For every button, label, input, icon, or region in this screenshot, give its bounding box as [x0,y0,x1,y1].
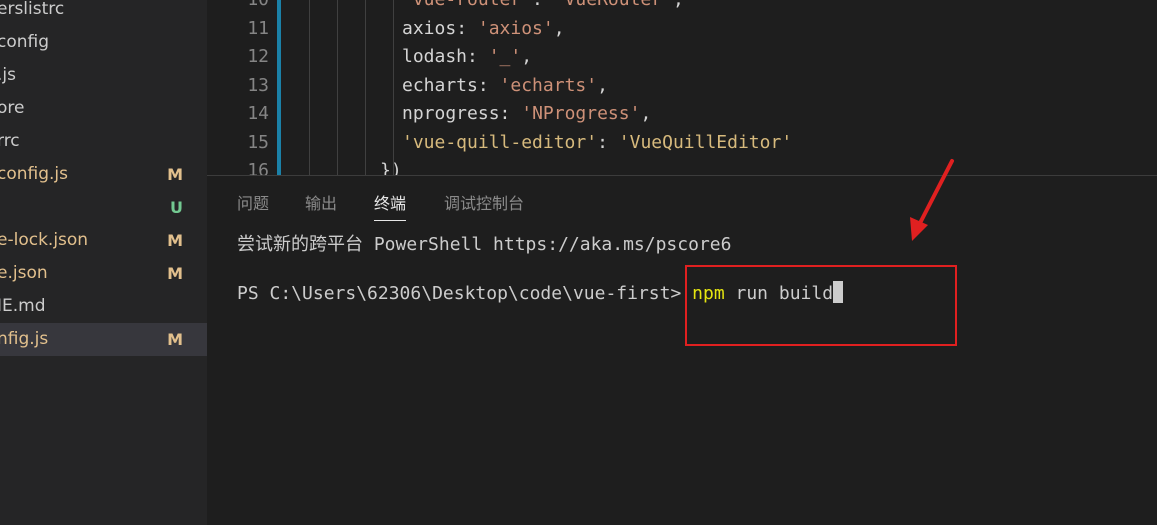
code-token: , [597,74,608,96]
code-text: nprogress: 'NProgress', [402,100,651,128]
file-item[interactable]: nfig.js M [0,323,207,356]
code-line: 15 'vue-quill-editor': 'VueQuillEditor' [207,129,1157,157]
code-token: : [597,131,619,153]
git-status-badge: M [167,231,183,250]
code-token: , [521,46,533,67]
file-name: config.js [0,164,69,184]
file-name: e-lock.json [0,230,89,250]
code-editor[interactable]: 10 'vue-router': 'VueRouter', 11 axios: 'ax… [207,0,1157,175]
code-text: 'vue-quill-editor': 'VueQuillEditor' [402,129,792,157]
line-number: 13 [247,74,269,96]
file-item[interactable]: rrc [0,125,207,158]
explorer-sidebar: erslistrcconfig.jsorerrcconfig.jsMUe-loc… [0,0,207,525]
git-status-badge: M [167,165,183,184]
code-token: 'axios' [477,17,554,39]
code-text: 'vue-router': 'VueRouter', [402,0,684,14]
file-item[interactable]: IE.md [0,290,207,323]
code-token: : [499,103,522,124]
code-text: }) [380,157,402,175]
code-line: 12 lodash: '_', [207,43,1157,71]
code-token: : [477,74,500,96]
code-text: lodash: '_', [402,43,532,71]
git-status-badge: M [167,330,183,349]
git-status-badge: U [170,198,183,217]
code-token: , [640,103,652,124]
line-number: 11 [247,17,269,39]
code-token: echarts [402,74,478,96]
code-token: 'vue-router' [402,0,532,10]
file-item[interactable]: e-lock.json M [0,224,207,257]
code-token: 'VueRouter' [554,0,673,10]
code-line: 16}) [207,157,1157,175]
code-token: , [553,17,565,39]
red-highlight-box [685,265,957,346]
file-name: .js [0,65,16,85]
file-item[interactable]: erslistrc [0,0,207,26]
code-token: 'VueQuillEditor' [618,131,793,153]
red-arrow-annotation-icon [910,159,954,241]
code-token: 'vue-quill-editor' [402,131,598,153]
file-name: rrc [0,131,20,151]
code-text: echarts: 'echarts', [402,72,608,100]
code-token: '_' [488,46,522,67]
file-item[interactable]: e.json M [0,257,207,290]
code-text: axios: 'axios', [402,15,565,43]
file-name: nfig.js [0,329,49,349]
line-number: 14 [247,103,269,124]
tab-debug-console[interactable]: 调试控制台 [444,190,524,220]
file-name: e.json [0,263,48,283]
code-token: : [532,0,554,10]
code-token: 'echarts' [499,74,598,96]
line-number: 15 [247,131,269,153]
file-name: IE.md [0,296,46,316]
line-number: 16 [247,160,269,175]
file-name: erslistrc [0,0,65,19]
code-line: 13 echarts: 'echarts', [207,72,1157,100]
file-name: ore [0,98,25,118]
file-item[interactable]: U [0,191,207,224]
tab-problems[interactable]: 问题 [237,190,269,220]
terminal-prompt: PS C:\Users\62306\Desktop\code\vue-first… [237,283,693,304]
file-item[interactable]: ore [0,92,207,125]
line-number: 12 [247,46,269,67]
code-token: , [673,0,684,10]
code-token: 'NProgress' [521,103,641,124]
code-token: axios [402,17,457,39]
code-line: 10 'vue-router': 'VueRouter', [207,0,1157,14]
code-token: lodash [402,46,468,67]
code-token: }) [380,160,402,175]
code-line: 11 axios: 'axios', [207,15,1157,43]
code-line: 14 nprogress: 'NProgress', [207,100,1157,128]
bottom-panel: 问题 输出 终端 调试控制台 尝试新的跨平台 PowerShell https:… [207,175,1157,525]
file-item[interactable]: config [0,26,207,59]
file-name: config [0,32,50,52]
line-number: 10 [207,0,269,14]
code-token: : [456,17,478,39]
git-status-badge: M [167,264,183,283]
file-item[interactable]: .js [0,59,207,92]
code-token: nprogress [402,103,500,124]
tab-terminal[interactable]: 终端 [374,190,407,221]
code-token: : [467,46,489,67]
file-item[interactable]: config.js M [0,158,207,191]
terminal-info-line: 尝试新的跨平台 PowerShell https://aka.ms/pscore… [237,234,732,255]
tab-output[interactable]: 输出 [305,190,337,220]
